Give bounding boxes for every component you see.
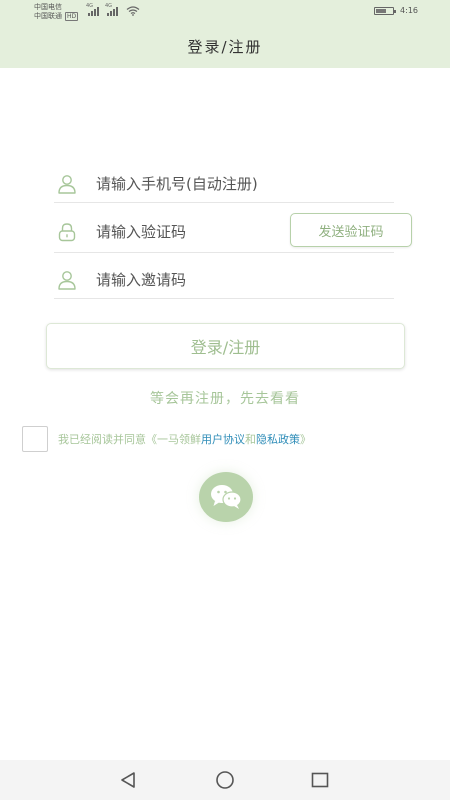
code-row: 发送验证码	[54, 212, 412, 253]
agreement-row: 我已经阅读并同意《一马领鲜用户协议和隐私政策》	[22, 426, 311, 452]
status-right: 4:16	[374, 6, 418, 15]
browse-later-link[interactable]: 等会再注册，先去看看	[0, 388, 450, 408]
page-title: 登录/注册	[187, 38, 263, 56]
agreement-text: 我已经阅读并同意《一马领鲜用户协议和隐私政策》	[58, 431, 311, 447]
code-input[interactable]	[96, 223, 290, 241]
agreement-suffix: 》	[300, 433, 311, 446]
carrier-info: 中国电信 中国联通 HD	[34, 3, 79, 21]
wechat-login-button[interactable]	[199, 472, 253, 522]
send-code-button[interactable]: 发送验证码	[290, 213, 412, 247]
user-icon	[58, 175, 76, 194]
hd-badge: HD	[65, 12, 79, 21]
lock-icon	[58, 223, 76, 242]
wechat-icon	[211, 485, 242, 509]
battery-icon	[374, 6, 397, 15]
carrier-2: 中国联通	[34, 12, 62, 20]
recent-apps-icon[interactable]	[311, 772, 329, 788]
login-register-button[interactable]: 登录/注册	[46, 323, 405, 369]
agreement-and: 和	[245, 433, 256, 446]
back-icon[interactable]	[118, 771, 138, 789]
user-icon	[58, 271, 76, 290]
system-nav-bar	[0, 760, 450, 800]
signal-2-type: 4G	[105, 3, 113, 9]
invite-input[interactable]	[96, 271, 394, 289]
agree-checkbox[interactable]	[22, 426, 48, 452]
signal-1-type: 4G	[86, 3, 94, 9]
wifi-icon	[126, 6, 140, 16]
user-agreement-link[interactable]: 用户协议	[201, 433, 245, 446]
signal-indicators: 4G 4G	[86, 3, 140, 16]
header-bar: 中国电信 中国联通 HD 4G 4G 4:16 登录/注册	[0, 0, 450, 68]
carrier-1: 中国电信	[34, 3, 62, 11]
home-icon[interactable]	[214, 770, 236, 790]
signal-icon: 4G	[105, 3, 118, 16]
agreement-prefix: 我已经阅读并同意《一马领鲜	[58, 433, 201, 446]
clock: 4:16	[400, 6, 418, 15]
signal-icon: 4G	[86, 3, 99, 16]
invite-row	[54, 262, 394, 299]
phone-input[interactable]	[96, 175, 394, 193]
privacy-policy-link[interactable]: 隐私政策	[256, 433, 300, 446]
login-screen: 中国电信 中国联通 HD 4G 4G 4:16 登录/注册 请输入手机号(自动注…	[0, 0, 450, 800]
phone-row	[54, 166, 394, 203]
